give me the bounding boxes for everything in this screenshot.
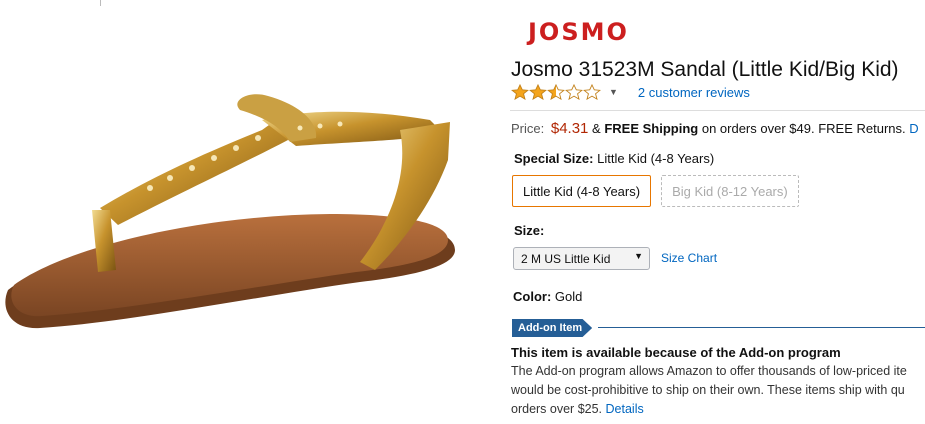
star-full-icon	[511, 84, 529, 100]
rating-row: ▼ 2 customer reviews	[511, 83, 750, 101]
special-size-label: Special Size:	[514, 151, 594, 166]
addon-text-line: would be cost-prohibitive to ship on the…	[511, 383, 905, 397]
price-amp: &	[592, 121, 601, 136]
size-option-little-kid[interactable]: Little Kid (4-8 Years)	[512, 175, 652, 207]
price-value: $4.31	[550, 120, 589, 137]
star-full-icon	[529, 84, 547, 100]
special-size-value: Little Kid (4-8 Years)	[597, 151, 715, 166]
price-row: Price: $4.31 & FREE Shipping on orders o…	[511, 120, 919, 137]
star-empty-icon	[583, 84, 601, 100]
divider	[510, 110, 925, 111]
chevron-down-icon[interactable]: ▼	[609, 87, 618, 97]
size-label: Size:	[514, 223, 545, 238]
addon-details-link[interactable]: Details	[606, 402, 644, 416]
special-size-options: Little Kid (4-8 Years) Big Kid (8-12 Yea…	[512, 175, 799, 207]
customer-reviews-link[interactable]: 2 customer reviews	[638, 85, 750, 100]
shipping-threshold-text: on orders over $49.	[701, 121, 815, 136]
addon-badge: Add-on Item	[512, 319, 593, 337]
size-chart-link[interactable]: Size Chart	[661, 251, 717, 265]
size-dropdown-value: 2 M US Little Kid	[521, 251, 611, 266]
product-title: Josmo 31523M Sandal (Little Kid/Big Kid)	[511, 58, 899, 81]
free-shipping-text: FREE Shipping	[604, 121, 699, 136]
thumbnail-strip-edge	[0, 0, 110, 8]
brand-logo[interactable]: JOSMO	[528, 18, 629, 46]
addon-rule	[598, 327, 925, 328]
dropdown-arrow-icon: ▼	[634, 251, 643, 261]
addon-text-line: The Add-on program allows Amazon to offe…	[511, 364, 907, 378]
color-value: Gold	[554, 289, 583, 304]
special-size-row: Special Size: Little Kid (4-8 Years)	[514, 151, 714, 166]
product-details-panel: JOSMO Josmo 31523M Sandal (Little Kid/Bi…	[510, 0, 925, 424]
returns-details-link[interactable]: D	[909, 121, 918, 136]
addon-heading: This item is available because of the Ad…	[511, 345, 841, 360]
size-option-big-kid[interactable]: Big Kid (8-12 Years)	[661, 175, 799, 207]
star-empty-icon	[565, 84, 583, 100]
price-label: Price:	[511, 121, 545, 136]
free-returns-text: FREE Returns.	[818, 121, 906, 136]
star-half-icon	[547, 84, 565, 100]
color-row: Color: Gold	[513, 289, 582, 304]
addon-description: The Add-on program allows Amazon to offe…	[511, 362, 925, 419]
color-label: Color:	[513, 289, 552, 304]
product-image[interactable]	[0, 60, 470, 360]
addon-banner: Add-on Item	[512, 319, 925, 337]
size-dropdown[interactable]: 2 M US Little Kid ▼	[513, 247, 650, 270]
addon-text-line-last: orders over $25. Details	[511, 402, 644, 416]
star-rating[interactable]	[511, 84, 601, 100]
